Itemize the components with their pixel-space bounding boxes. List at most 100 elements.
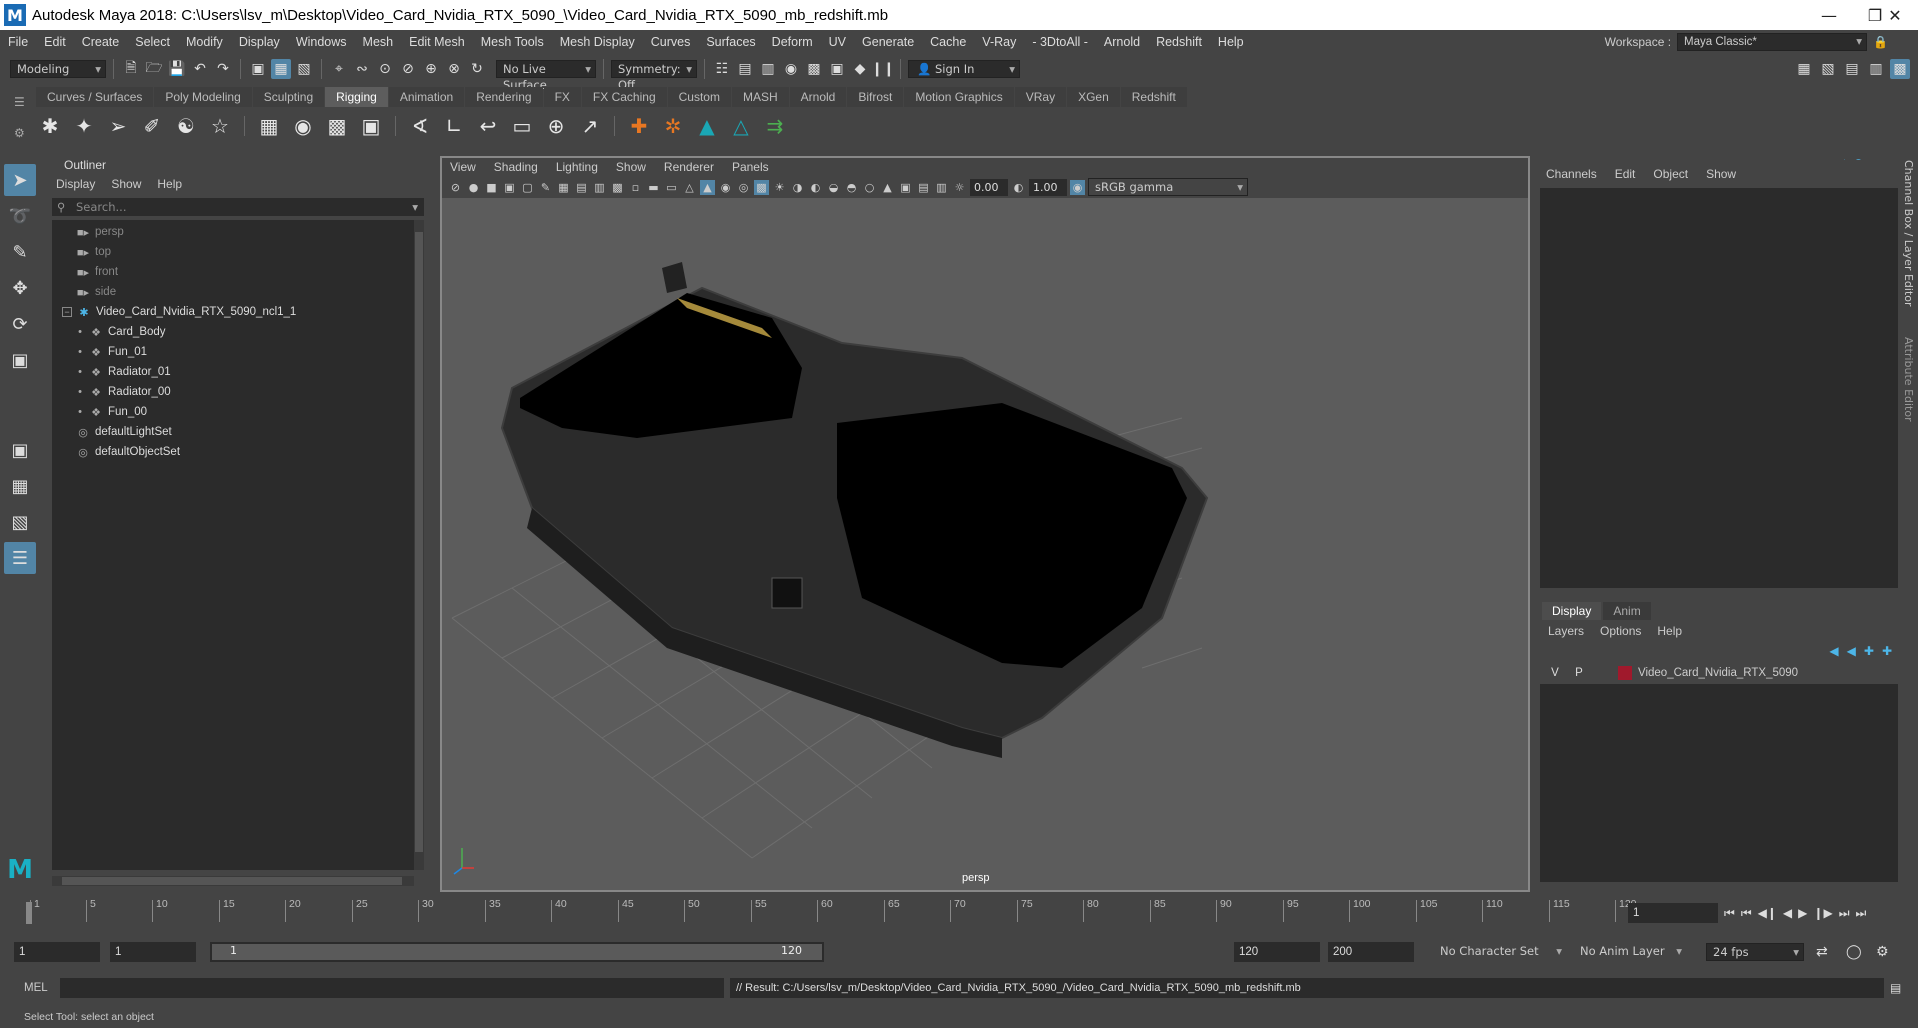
tool-settings-icon[interactable]: ▤: [1842, 59, 1862, 79]
orient-constraint-icon[interactable]: ↩: [474, 112, 502, 140]
go-to-start-icon[interactable]: ⏮: [1724, 906, 1735, 921]
shelf-tab-animation[interactable]: Animation: [388, 87, 465, 107]
pole-vector-icon[interactable]: ↗: [576, 112, 604, 140]
image-plane-icon[interactable]: ▣: [502, 180, 517, 195]
two-view-icon[interactable]: ▧: [4, 506, 36, 538]
move-layer-down-icon[interactable]: ◀: [1847, 644, 1856, 658]
ambient-occlusion-icon[interactable]: ◐: [808, 180, 823, 195]
select-component-icon[interactable]: ▧: [294, 59, 314, 79]
shadows-icon[interactable]: ◑: [790, 180, 805, 195]
hypershade-icon[interactable]: ▣: [827, 59, 847, 79]
menu-edit-mesh[interactable]: Edit Mesh: [401, 35, 473, 49]
layer-menu-options[interactable]: Options: [1600, 624, 1641, 638]
side-tab-channel-box[interactable]: Channel Box / Layer Editor: [1902, 160, 1915, 307]
shelf-tab-poly-modeling[interactable]: Poly Modeling: [154, 87, 252, 107]
outliner-layout-icon[interactable]: ☰: [4, 542, 36, 574]
tab-anim[interactable]: Anim: [1603, 602, 1651, 620]
menu-mesh-tools[interactable]: Mesh Tools: [473, 35, 552, 49]
outliner-search-input[interactable]: ⚲ Search... ▾: [52, 198, 424, 216]
anim-layer-dropdown[interactable]: No Anim Layer: [1574, 943, 1686, 961]
menu-help[interactable]: Help: [1210, 35, 1252, 49]
shelf-menu-icon[interactable]: ☰: [14, 95, 25, 109]
insert-joint-icon[interactable]: ✦: [70, 112, 98, 140]
snap-surface-icon[interactable]: ⊗: [444, 59, 464, 79]
quick-rig-icon[interactable]: ☆: [206, 112, 234, 140]
film-gate-icon[interactable]: ▤: [574, 180, 589, 195]
current-time-marker[interactable]: [26, 902, 32, 924]
channelbox-menu-channels[interactable]: Channels: [1546, 167, 1597, 181]
move-layer-up-icon[interactable]: ◀: [1829, 644, 1838, 658]
mel-input[interactable]: [60, 978, 724, 998]
ipr-render-icon[interactable]: ◉: [781, 59, 801, 79]
color-management-icon[interactable]: ◉: [1070, 179, 1085, 195]
grid-toggle-icon[interactable]: ▦: [556, 180, 571, 195]
select-tool-icon[interactable]: ➤: [4, 164, 36, 196]
shelf-tab-rigging[interactable]: Rigging: [325, 87, 388, 107]
shelf-tab-xgen[interactable]: XGen: [1067, 87, 1120, 107]
menu-arnold[interactable]: Arnold: [1096, 35, 1148, 49]
step-back-key-icon[interactable]: ⏮: [1741, 906, 1752, 921]
undo-icon[interactable]: ↶: [190, 59, 210, 79]
lattice-icon[interactable]: ▩: [323, 112, 351, 140]
outliner-item-top[interactable]: ■▸ top: [52, 242, 424, 262]
menu-surfaces[interactable]: Surfaces: [698, 35, 763, 49]
snap-projected-icon[interactable]: ⊘: [398, 59, 418, 79]
safe-action-icon[interactable]: ▬: [646, 180, 661, 195]
use-all-lights-icon[interactable]: ☀: [772, 180, 787, 195]
viewport-menu-shading[interactable]: Shading: [494, 160, 538, 174]
shelf-tab-bifrost[interactable]: Bifrost: [847, 87, 904, 107]
outliner-item-radiator-00[interactable]: • ❖ Radiator_00: [52, 382, 424, 402]
layer-menu-layers[interactable]: Layers: [1548, 624, 1584, 638]
scale-constraint-icon[interactable]: ▭: [508, 112, 536, 140]
scene-start-field[interactable]: 1: [14, 942, 100, 962]
modeling-toolkit-icon[interactable]: ▦: [1794, 59, 1814, 79]
loop-icon[interactable]: ⇄: [1816, 944, 1828, 960]
lock-icon[interactable]: 🔒: [1873, 35, 1888, 49]
time-slider[interactable]: 1 5 10 15 20 25 30 35 40 45 50 55 60 65 …: [12, 898, 1637, 928]
menu-deform[interactable]: Deform: [764, 35, 821, 49]
outliner-item-front[interactable]: ■▸ front: [52, 262, 424, 282]
menu-3dtoall[interactable]: - 3DtoAll -: [1024, 35, 1096, 49]
layer-visibility-toggle[interactable]: V: [1546, 667, 1564, 679]
single-view-icon[interactable]: ▣: [4, 434, 36, 466]
menu-redshift[interactable]: Redshift: [1148, 35, 1210, 49]
current-frame-field[interactable]: 1: [1628, 903, 1718, 923]
viewport-menu-panels[interactable]: Panels: [732, 160, 769, 174]
snap-curve-icon[interactable]: ∾: [352, 59, 372, 79]
xray-components-icon[interactable]: ▥: [934, 180, 949, 195]
select-object-icon[interactable]: ▦: [271, 59, 291, 79]
resolution-gate-icon[interactable]: ▥: [592, 180, 607, 195]
viewport-menu-renderer[interactable]: Renderer: [664, 160, 714, 174]
menu-edit[interactable]: Edit: [36, 35, 74, 49]
character-set-dropdown[interactable]: No Character Set: [1434, 943, 1566, 961]
bookmarks-icon[interactable]: ■: [484, 180, 499, 195]
make-live-icon[interactable]: ↻: [467, 59, 487, 79]
snap-view-icon[interactable]: ⊕: [421, 59, 441, 79]
export-icon[interactable]: ⇉: [761, 112, 789, 140]
animation-preferences-icon[interactable]: ⚙: [1876, 944, 1889, 960]
attribute-editor-icon[interactable]: ▧: [1818, 59, 1838, 79]
menu-file[interactable]: File: [0, 35, 36, 49]
mel-label[interactable]: MEL: [24, 982, 48, 994]
arnold-render-icon[interactable]: ◆: [850, 59, 870, 79]
outliner-item-fun-01[interactable]: • ❖ Fun_01: [52, 342, 424, 362]
ik-spline-icon[interactable]: ✐: [138, 112, 166, 140]
snap-grid-icon[interactable]: ⌖: [329, 59, 349, 79]
outliner-vertical-scrollbar[interactable]: [414, 220, 424, 870]
outliner-item-card-body[interactable]: • ❖ Card_Body: [52, 322, 424, 342]
rotate-tool-icon[interactable]: ⟳: [4, 308, 36, 340]
symmetry-dropdown[interactable]: Symmetry: Off: [611, 60, 697, 92]
shelf-tab-fx[interactable]: FX: [543, 87, 581, 107]
live-surface-field[interactable]: No Live Surface: [496, 60, 596, 92]
menu-mesh-display[interactable]: Mesh Display: [552, 35, 643, 49]
menu-modify[interactable]: Modify: [178, 35, 231, 49]
shelf-tab-custom[interactable]: Custom: [667, 87, 731, 107]
play-backward-icon[interactable]: ◀: [1783, 906, 1792, 920]
outliner-item-side[interactable]: ■▸ side: [52, 282, 424, 302]
color-space-dropdown[interactable]: sRGB gamma: [1088, 178, 1248, 196]
shelf-tab-mash[interactable]: MASH: [731, 87, 789, 107]
mash-distribute-icon[interactable]: △: [727, 112, 755, 140]
save-scene-icon[interactable]: 💾: [167, 59, 187, 79]
render-frame-icon[interactable]: ▤: [735, 59, 755, 79]
menu-select[interactable]: Select: [127, 35, 178, 49]
